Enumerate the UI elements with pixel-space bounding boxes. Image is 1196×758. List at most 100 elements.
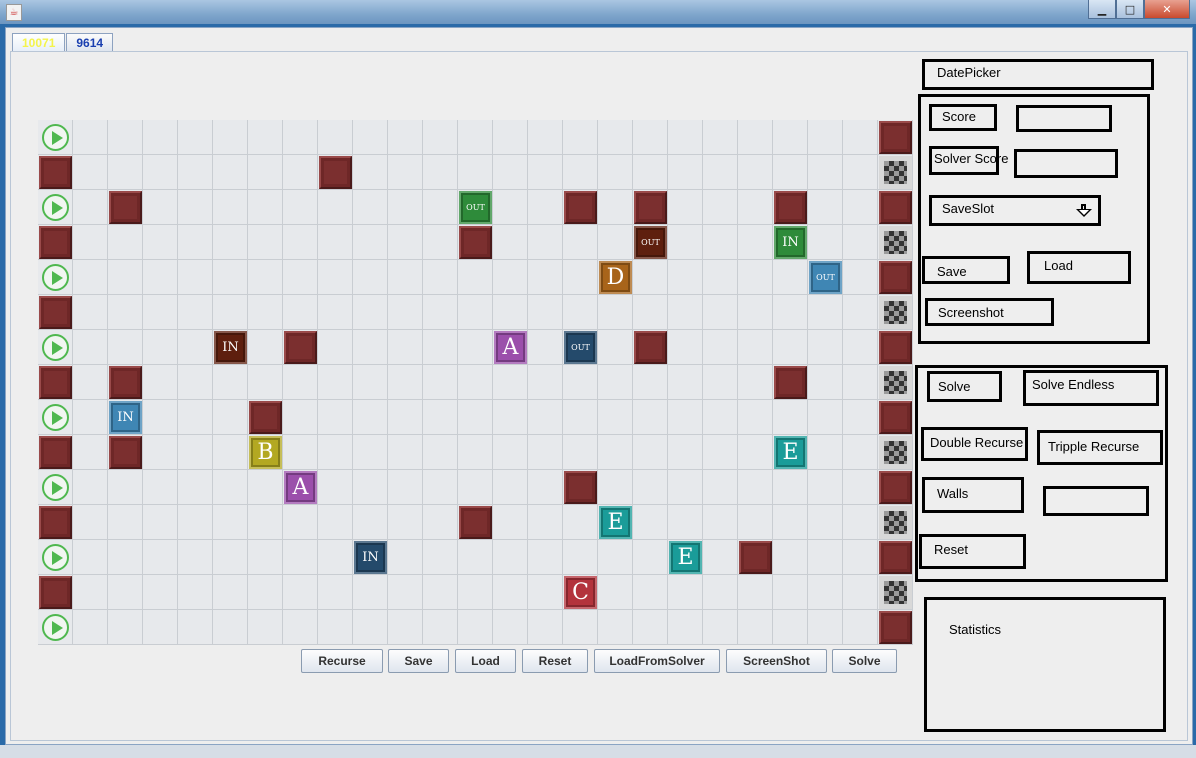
tile-d[interactable]: D	[599, 261, 632, 294]
board-cell[interactable]	[423, 260, 458, 295]
board-cell[interactable]	[633, 575, 668, 610]
save-button[interactable]: Save	[388, 649, 449, 673]
board-cell[interactable]	[528, 365, 563, 400]
board-cell[interactable]	[73, 155, 108, 190]
board-cell[interactable]	[738, 505, 773, 540]
board-cell[interactable]	[738, 470, 773, 505]
board-cell[interactable]	[563, 120, 598, 155]
board-cell[interactable]	[773, 470, 808, 505]
board-cell[interactable]	[668, 225, 703, 260]
board-cell[interactable]	[563, 435, 598, 470]
board-cell[interactable]	[423, 120, 458, 155]
board-cell[interactable]	[318, 225, 353, 260]
wall-block[interactable]	[774, 366, 807, 399]
board-cell[interactable]	[423, 610, 458, 645]
board-cell[interactable]	[458, 470, 493, 505]
board-cell[interactable]	[563, 540, 598, 575]
board-cell[interactable]	[213, 470, 248, 505]
side-solve-button[interactable]: Solve	[927, 371, 1002, 402]
board-cell[interactable]	[388, 470, 423, 505]
board-cell[interactable]	[633, 295, 668, 330]
solver-score-field[interactable]	[1014, 149, 1118, 178]
board-cell[interactable]	[808, 575, 843, 610]
board-cell[interactable]	[423, 225, 458, 260]
board-cell[interactable]	[808, 330, 843, 365]
board-cell[interactable]	[633, 540, 668, 575]
tile-e[interactable]: E	[669, 541, 702, 574]
board-cell[interactable]	[248, 575, 283, 610]
board-cell[interactable]	[353, 575, 388, 610]
board-cell[interactable]	[598, 470, 633, 505]
load-button[interactable]: Load	[455, 649, 516, 673]
board-cell[interactable]	[668, 330, 703, 365]
play-icon[interactable]	[39, 471, 72, 504]
board-cell[interactable]	[703, 120, 738, 155]
board-cell[interactable]	[458, 610, 493, 645]
board-cell[interactable]	[353, 330, 388, 365]
board-cell[interactable]	[843, 225, 878, 260]
solve-button[interactable]: Solve	[832, 649, 897, 673]
wall-block[interactable]	[459, 226, 492, 259]
board-cell[interactable]	[808, 295, 843, 330]
play-icon[interactable]	[39, 261, 72, 294]
board-cell[interactable]	[283, 365, 318, 400]
play-icon[interactable]	[39, 331, 72, 364]
tile-in[interactable]: IN	[214, 331, 247, 364]
board-cell[interactable]	[633, 120, 668, 155]
tile-a[interactable]: A	[284, 471, 317, 504]
board-cell[interactable]	[423, 400, 458, 435]
board-cell[interactable]	[843, 295, 878, 330]
wall-block[interactable]	[39, 576, 72, 609]
board-cell[interactable]	[738, 190, 773, 225]
board-cell[interactable]	[843, 330, 878, 365]
checkered-goal-icon[interactable]	[879, 226, 912, 259]
board-cell[interactable]	[143, 190, 178, 225]
board-cell[interactable]	[318, 470, 353, 505]
checkered-goal-icon[interactable]	[879, 576, 912, 609]
board-cell[interactable]	[598, 120, 633, 155]
board-cell[interactable]	[73, 505, 108, 540]
board-cell[interactable]	[213, 540, 248, 575]
board-cell[interactable]	[143, 330, 178, 365]
board-cell[interactable]	[528, 225, 563, 260]
board-cell[interactable]	[493, 540, 528, 575]
board-cell[interactable]	[528, 155, 563, 190]
board-cell[interactable]	[703, 365, 738, 400]
board-cell[interactable]	[493, 295, 528, 330]
board-cell[interactable]	[353, 120, 388, 155]
wall-block[interactable]	[564, 191, 597, 224]
board-cell[interactable]	[388, 610, 423, 645]
board-cell[interactable]	[248, 295, 283, 330]
board-cell[interactable]	[528, 435, 563, 470]
board-cell[interactable]	[388, 225, 423, 260]
board-cell[interactable]	[73, 330, 108, 365]
board-cell[interactable]	[458, 365, 493, 400]
board-cell[interactable]	[283, 155, 318, 190]
puzzle-board[interactable]: OUT OUT IN D OUT IN A OUT IN B E A E IN E C	[38, 120, 913, 645]
board-cell[interactable]	[528, 260, 563, 295]
board-cell[interactable]	[528, 575, 563, 610]
board-cell[interactable]	[668, 365, 703, 400]
board-cell[interactable]	[108, 470, 143, 505]
tile-in[interactable]: IN	[109, 401, 142, 434]
wall-block[interactable]	[564, 471, 597, 504]
minimize-button[interactable]: ▁	[1088, 0, 1116, 19]
board-cell[interactable]	[808, 610, 843, 645]
board-cell[interactable]	[808, 540, 843, 575]
board-cell[interactable]	[318, 260, 353, 295]
board-cell[interactable]	[773, 505, 808, 540]
wall-block[interactable]	[879, 471, 912, 504]
board-cell[interactable]	[458, 155, 493, 190]
wall-block[interactable]	[739, 541, 772, 574]
board-cell[interactable]	[528, 295, 563, 330]
tile-out[interactable]: OUT	[634, 226, 667, 259]
wall-block[interactable]	[284, 331, 317, 364]
board-cell[interactable]	[563, 225, 598, 260]
board-cell[interactable]	[73, 120, 108, 155]
board-cell[interactable]	[73, 400, 108, 435]
board-cell[interactable]	[563, 505, 598, 540]
wall-block[interactable]	[39, 506, 72, 539]
board-cell[interactable]	[493, 120, 528, 155]
board-cell[interactable]	[318, 540, 353, 575]
tile-in[interactable]: IN	[774, 226, 807, 259]
